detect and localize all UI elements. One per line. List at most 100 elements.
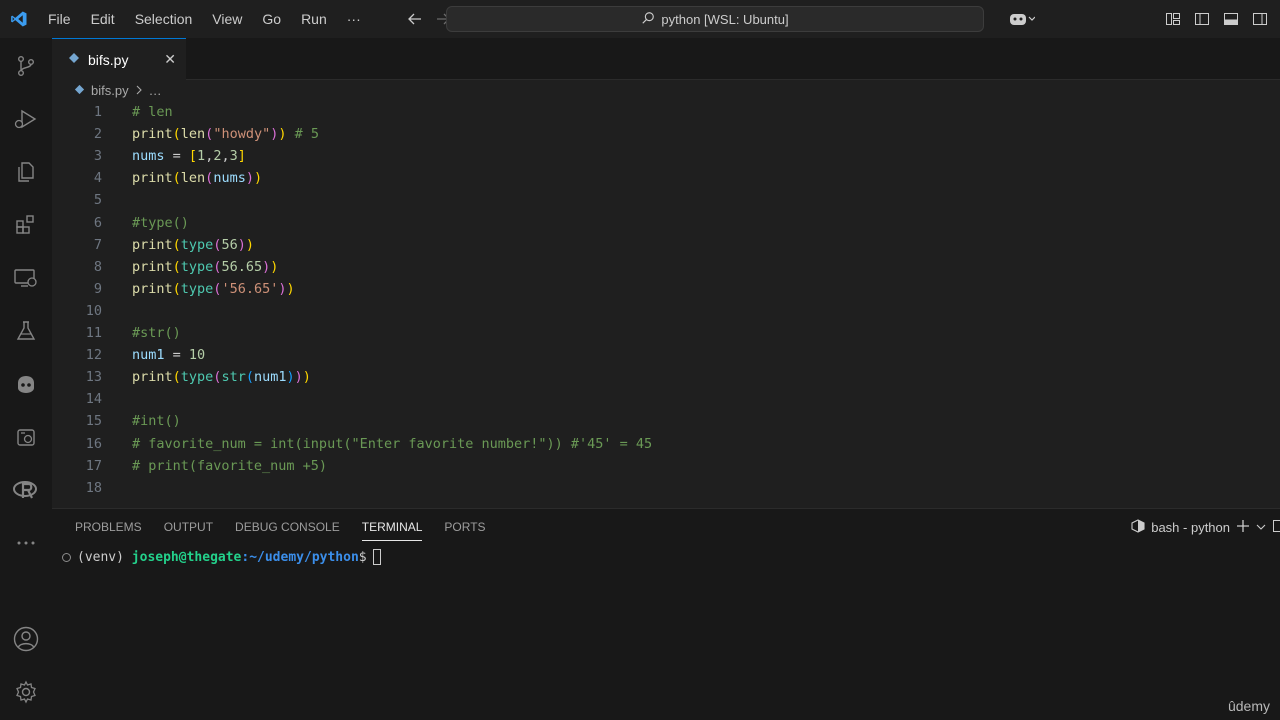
code-line[interactable]: 11 #str() — [52, 322, 1280, 344]
code-line[interactable]: 12 num1 = 10 — [52, 344, 1280, 366]
command-center-search[interactable]: python [WSL: Ubuntu] — [446, 6, 984, 32]
code-token: 1 — [197, 148, 206, 165]
code-token: #type() — [132, 214, 189, 231]
terminal-prompt-line[interactable]: (venv) joseph@thegate :~/udemy/python $ — [62, 547, 381, 567]
remote-explorer-icon[interactable] — [0, 254, 52, 302]
code-line[interactable]: 8 print(type(56.65)) — [52, 256, 1280, 278]
code-line[interactable]: 2 print(len("howdy")) # 5 — [52, 123, 1280, 145]
menu-go[interactable]: Go — [252, 0, 291, 38]
menu-run[interactable]: Run — [291, 0, 337, 38]
menu-view[interactable]: View — [202, 0, 252, 38]
code-token: num1 — [132, 347, 165, 364]
source-control-icon[interactable] — [0, 42, 52, 90]
run-debug-icon[interactable] — [0, 95, 52, 143]
editor-tab-bar: bifs.py ✕ — [52, 38, 1280, 80]
code-text: nums = [1,2,3] — [132, 145, 246, 167]
line-number: 12 — [85, 347, 102, 364]
code-text: #str() — [132, 322, 181, 344]
code-token: '56.65' — [221, 280, 279, 297]
new-terminal-icon[interactable] — [1236, 519, 1250, 536]
testing-icon[interactable] — [0, 307, 52, 355]
copilot-icon[interactable] — [0, 360, 52, 408]
code-token: ) — [245, 170, 254, 187]
tab-debug-console[interactable]: DEBUG CONSOLE — [224, 509, 351, 545]
code-line[interactable]: 4 print(len(nums)) — [52, 167, 1280, 189]
line-number: 9 — [93, 280, 102, 297]
r-icon[interactable] — [0, 466, 52, 514]
code-line[interactable]: 17 # print(favorite_num +5) — [52, 455, 1280, 477]
code-line[interactable]: 9 print(type('56.65')) — [52, 278, 1280, 300]
code-line[interactable]: 14 — [52, 388, 1280, 410]
terminal-name[interactable]: bash - python — [1151, 520, 1230, 535]
code-token: num1 — [253, 369, 287, 386]
toggle-panel-icon[interactable] — [1216, 0, 1245, 38]
code-line[interactable]: 16 # favorite_num = int(input("Enter favo… — [52, 433, 1280, 455]
code-token: ) — [286, 369, 295, 386]
docker-icon[interactable] — [0, 413, 52, 461]
code-editor[interactable]: 1 # len 2 print(len("howdy")) # 5 3 nums = [1… — [52, 100, 1280, 508]
code-token: print — [132, 126, 173, 143]
menu-file[interactable]: File — [38, 0, 81, 38]
code-token: len — [180, 126, 206, 143]
manage-gear-icon[interactable] — [0, 668, 52, 716]
line-number: 3 — [93, 148, 102, 165]
code-token: # len — [132, 104, 173, 120]
command-center-label: python [WSL: Ubuntu] — [661, 11, 789, 27]
code-text: # favorite_num = int(input("Enter favori… — [132, 433, 652, 455]
toggle-secondary-sidebar-icon[interactable] — [1245, 0, 1274, 38]
copilot-menu-icon[interactable] — [1000, 0, 1044, 38]
account-icon[interactable] — [0, 615, 52, 663]
chevron-down-icon[interactable] — [1256, 520, 1266, 535]
activity-bar — [0, 38, 52, 720]
code-token: type — [180, 236, 214, 253]
tab-terminal[interactable]: TERMINAL — [351, 509, 434, 545]
code-line[interactable]: 3 nums = [1,2,3] — [52, 145, 1280, 167]
split-terminal-icon[interactable] — [1272, 519, 1280, 536]
breadcrumb-file[interactable]: bifs.py — [91, 83, 129, 98]
code-token: 56.65 — [221, 258, 263, 275]
udemy-watermark: ûdemy — [1227, 698, 1270, 714]
prompt-venv: (venv) — [77, 549, 132, 565]
line-number: 10 — [85, 302, 102, 319]
command-decoration-icon[interactable] — [62, 552, 71, 562]
code-token: # 5 — [294, 126, 320, 143]
menu-selection[interactable]: Selection — [125, 0, 203, 38]
code-line[interactable]: 10 — [52, 300, 1280, 322]
code-token: type — [180, 258, 214, 275]
code-text: print(type(str(num1))) — [132, 366, 311, 388]
code-line[interactable]: 1 # len — [52, 101, 1280, 123]
code-line[interactable]: 7 print(type(56)) — [52, 234, 1280, 256]
code-token: ) — [270, 258, 279, 275]
vscode-logo-icon — [0, 0, 38, 38]
code-line[interactable]: 6 #type() — [52, 212, 1280, 234]
menu-edit[interactable]: Edit — [81, 0, 125, 38]
code-token: ) — [253, 170, 263, 187]
breadcrumb-symbols[interactable]: … — [149, 83, 162, 98]
line-number: 13 — [85, 369, 102, 386]
code-line[interactable]: 15 #int() — [52, 410, 1280, 432]
line-number: 1 — [93, 104, 102, 120]
more-icon[interactable] — [0, 519, 52, 567]
tab-bifs-py[interactable]: bifs.py ✕ — [52, 38, 186, 80]
tab-ports[interactable]: PORTS — [433, 509, 496, 545]
line-number: 17 — [85, 457, 102, 474]
line-number: 7 — [93, 236, 102, 253]
menu-more[interactable]: ··· — [337, 0, 371, 38]
explorer-icon[interactable] — [0, 148, 52, 196]
extensions-icon[interactable] — [0, 201, 52, 249]
code-token: ( — [172, 236, 181, 253]
tab-output[interactable]: OUTPUT — [153, 509, 224, 545]
code-text: # print(favorite_num +5) — [132, 455, 327, 477]
code-token: ) — [302, 369, 311, 386]
line-number: 18 — [85, 479, 102, 496]
code-line[interactable]: 13 print(type(str(num1))) — [52, 366, 1280, 388]
bottom-panel: PROBLEMS OUTPUT DEBUG CONSOLE TERMINAL P… — [52, 508, 1280, 720]
close-icon[interactable]: ✕ — [164, 51, 176, 68]
back-arrow-icon[interactable] — [401, 0, 429, 38]
tab-problems[interactable]: PROBLEMS — [52, 509, 153, 545]
code-text: print(len(nums)) — [132, 167, 262, 189]
code-line[interactable]: 18 — [52, 477, 1280, 499]
toggle-primary-sidebar-icon[interactable] — [1187, 0, 1216, 38]
customize-layout-icon[interactable] — [1158, 0, 1187, 38]
code-line[interactable]: 5 — [52, 189, 1280, 211]
